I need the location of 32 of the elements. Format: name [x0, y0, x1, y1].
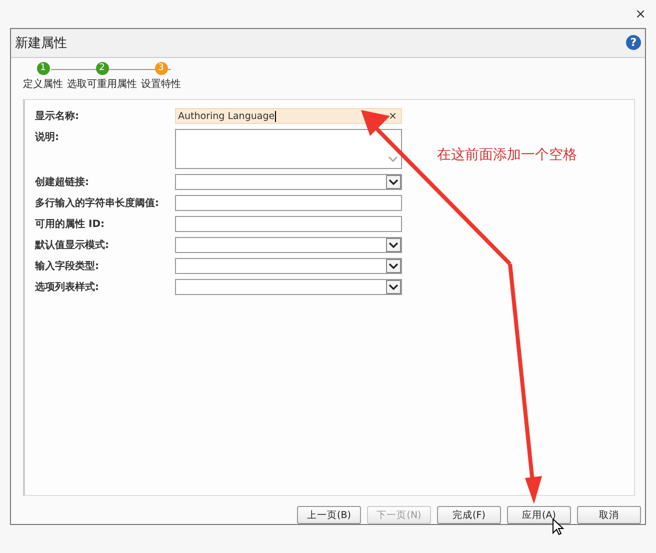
field-label: 可用的属性 ID:	[35, 218, 106, 232]
chevron-icon	[388, 156, 398, 162]
dialog-button[interactable]: 上一页(B)	[297, 506, 361, 524]
help-icon[interactable]: ?	[626, 35, 641, 50]
input-field[interactable]: Authoring Language ×	[175, 108, 402, 124]
step-label: 设置特性	[141, 78, 181, 91]
field-label: 显示名称:	[35, 110, 80, 124]
dialog-button[interactable]: 应用(A)	[507, 506, 571, 524]
step-label: 选取可重用属性	[67, 78, 137, 91]
step-number: 1	[36, 62, 50, 75]
clear-button[interactable]: ×	[388, 110, 397, 122]
dropdown-field[interactable]	[175, 174, 402, 190]
input-field[interactable]	[175, 216, 402, 232]
dropdown-field[interactable]	[175, 258, 402, 274]
step-number: 3	[154, 62, 168, 75]
text-area[interactable]	[175, 129, 402, 170]
field-label: 多行输入的字符串长度阈值:	[35, 196, 160, 210]
field-label: 创建超链接:	[35, 176, 90, 190]
dropdown-field[interactable]	[175, 237, 402, 254]
field-label: 选项列表样式:	[35, 280, 100, 294]
close-button[interactable]: ×	[635, 6, 646, 22]
dropdown-field[interactable]	[175, 279, 402, 296]
step-number: 2	[96, 62, 108, 75]
annotation-note: 在这前面添加一个空格	[437, 146, 577, 164]
field-label: 说明:	[35, 130, 60, 144]
dialog-button[interactable]: 完成(F)	[437, 506, 501, 524]
step-label: 定义属性	[23, 78, 63, 91]
dialog-button[interactable]: 取消	[577, 506, 641, 524]
field-label: 默认值显示模式:	[35, 238, 110, 252]
dialog-title: 新建属性	[15, 34, 67, 52]
field-label: 输入字段类型:	[35, 259, 100, 274]
input-field[interactable]	[175, 195, 402, 212]
